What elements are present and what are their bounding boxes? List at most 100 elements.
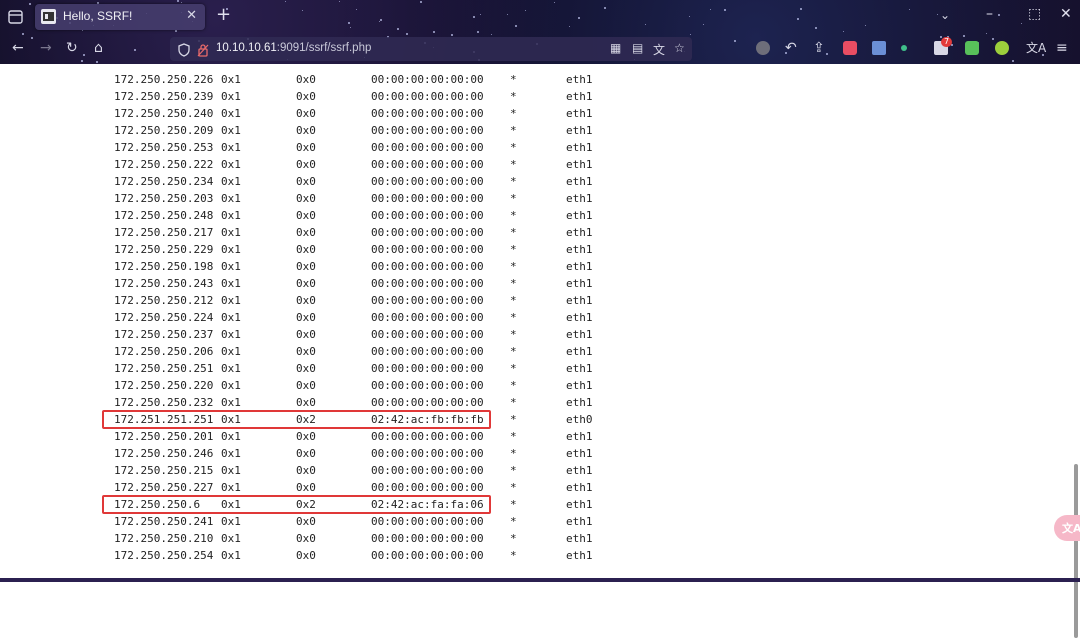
table-cell-flags: 0x0 <box>296 243 316 256</box>
extension-green-icon[interactable] <box>965 41 979 55</box>
browser-chrome: Hello, SSRF! ✕ + ⌄ – ⬚ ✕ ← → ↻ ⌂ 10.10.1… <box>0 0 1080 64</box>
table-cell-mac: 00:00:00:00:00:00 <box>371 124 484 137</box>
table-cell-mask: * <box>510 260 517 273</box>
table-cell-flags: 0x0 <box>296 532 316 545</box>
table-cell-device: eth1 <box>566 549 593 562</box>
table-cell-flags: 0x0 <box>296 311 316 324</box>
table-cell-ip: 172.250.250.239 <box>114 90 214 103</box>
maximize-icon[interactable]: ⬚ <box>1028 6 1041 22</box>
table-cell-ip: 172.250.250.241 <box>114 515 214 528</box>
extension-dot-icon[interactable] <box>756 41 770 55</box>
table-cell-flags: 0x0 <box>296 192 316 205</box>
reader-view-icon[interactable]: ▤ <box>632 41 643 55</box>
table-cell-hw-type: 0x1 <box>221 124 241 137</box>
table-cell-hw-type: 0x1 <box>221 379 241 392</box>
table-cell-device: eth1 <box>566 447 593 460</box>
translate-icon[interactable]: 文 <box>653 41 665 58</box>
shield-icon[interactable] <box>178 42 190 57</box>
table-cell-mac: 00:00:00:00:00:00 <box>371 243 484 256</box>
insecure-lock-icon[interactable] <box>197 42 209 57</box>
table-cell-flags: 0x0 <box>296 73 316 86</box>
extension-circle-icon[interactable] <box>995 41 1009 55</box>
bookmark-star-icon[interactable]: ☆ <box>674 41 685 55</box>
forward-icon[interactable]: → <box>40 40 52 56</box>
table-cell-mask: * <box>510 328 517 341</box>
close-icon[interactable]: ✕ <box>186 8 197 23</box>
back-icon[interactable]: ← <box>12 40 24 56</box>
table-cell-mask: * <box>510 73 517 86</box>
table-cell-mask: * <box>510 277 517 290</box>
table-cell-device: eth1 <box>566 362 593 375</box>
table-cell-flags: 0x0 <box>296 379 316 392</box>
table-cell-flags: 0x0 <box>296 175 316 188</box>
url-host: 10.10.10.61 <box>216 42 277 54</box>
table-cell-mask: * <box>510 192 517 205</box>
table-cell-hw-type: 0x1 <box>221 464 241 477</box>
table-cell-flags: 0x0 <box>296 226 316 239</box>
url-bar[interactable]: 10.10.10.61:9091/ssrf/ssrf.php ▦ ▤ 文 ☆ <box>170 37 692 61</box>
table-cell-ip: 172.250.250.220 <box>114 379 214 392</box>
tab-title: Hello, SSRF! <box>63 9 133 23</box>
tab-active[interactable]: Hello, SSRF! ✕ <box>35 4 205 30</box>
table-cell-mac: 00:00:00:00:00:00 <box>371 90 484 103</box>
table-cell-device: eth1 <box>566 328 593 341</box>
save-icon[interactable] <box>872 41 886 55</box>
table-cell-mac: 00:00:00:00:00:00 <box>371 277 484 290</box>
table-cell-ip: 172.250.250.237 <box>114 328 214 341</box>
share-icon[interactable]: ⇪ <box>813 40 825 56</box>
table-cell-ip: 172.250.250.251 <box>114 362 214 375</box>
table-cell-ip: 172.250.250.212 <box>114 294 214 307</box>
table-cell-mask: * <box>510 243 517 256</box>
table-cell-hw-type: 0x1 <box>221 481 241 494</box>
table-cell-flags: 0x0 <box>296 464 316 477</box>
new-tab-button[interactable]: + <box>216 6 231 24</box>
table-cell-mac: 00:00:00:00:00:00 <box>371 396 484 409</box>
extension-pink-icon[interactable] <box>843 41 857 55</box>
table-cell-hw-type: 0x1 <box>221 447 241 460</box>
table-cell-device: eth1 <box>566 243 593 256</box>
table-cell-ip: 172.250.250.201 <box>114 430 214 443</box>
undo-arrow-icon[interactable]: ↶ <box>785 40 797 56</box>
close-window-icon[interactable]: ✕ <box>1060 6 1072 22</box>
menu-icon[interactable]: ≡ <box>1056 40 1068 56</box>
table-cell-ip: 172.250.250.254 <box>114 549 214 562</box>
scrollbar-thumb[interactable] <box>1074 464 1078 638</box>
table-cell-hw-type: 0x1 <box>221 532 241 545</box>
navigation-toolbar: ← → ↻ ⌂ 10.10.10.61:9091/ssrf/ssrf.php ▦… <box>0 34 1080 64</box>
qr-code-icon[interactable]: ▦ <box>610 41 621 55</box>
tab-list-icon[interactable] <box>6 7 26 27</box>
table-cell-mac: 00:00:00:00:00:00 <box>371 294 484 307</box>
translate-extension-icon[interactable]: 文A <box>1026 40 1046 56</box>
table-cell-hw-type: 0x1 <box>221 141 241 154</box>
table-cell-flags: 0x0 <box>296 124 316 137</box>
table-cell-mask: * <box>510 396 517 409</box>
reload-icon[interactable]: ↻ <box>66 40 78 56</box>
table-cell-mask: * <box>510 413 517 426</box>
table-cell-mask: * <box>510 175 517 188</box>
translate-fab-label: 文A <box>1062 522 1080 535</box>
table-cell-flags: 0x0 <box>296 294 316 307</box>
url-text[interactable]: 10.10.10.61:9091/ssrf/ssrf.php <box>216 42 371 54</box>
table-cell-hw-type: 0x1 <box>221 209 241 222</box>
table-cell-ip: 172.250.250.253 <box>114 141 214 154</box>
chevron-down-icon[interactable]: ⌄ <box>940 8 950 22</box>
table-cell-flags: 0x0 <box>296 90 316 103</box>
translate-floating-button[interactable]: 文A <box>1054 515 1080 541</box>
table-cell-flags: 0x0 <box>296 277 316 290</box>
table-cell-mac: 00:00:00:00:00:00 <box>371 226 484 239</box>
minimize-icon[interactable]: – <box>986 6 993 22</box>
table-cell-flags: 0x0 <box>296 107 316 120</box>
table-cell-device: eth1 <box>566 481 593 494</box>
table-cell-hw-type: 0x1 <box>221 158 241 171</box>
table-cell-device: eth1 <box>566 277 593 290</box>
table-cell-mask: * <box>510 345 517 358</box>
table-cell-hw-type: 0x1 <box>221 515 241 528</box>
table-cell-device: eth1 <box>566 141 593 154</box>
table-cell-mask: * <box>510 379 517 392</box>
table-cell-mask: * <box>510 90 517 103</box>
table-cell-ip: 172.250.250.232 <box>114 396 214 409</box>
table-cell-hw-type: 0x1 <box>221 226 241 239</box>
home-icon[interactable]: ⌂ <box>94 40 103 56</box>
table-cell-mac: 00:00:00:00:00:00 <box>371 549 484 562</box>
table-cell-device: eth1 <box>566 311 593 324</box>
